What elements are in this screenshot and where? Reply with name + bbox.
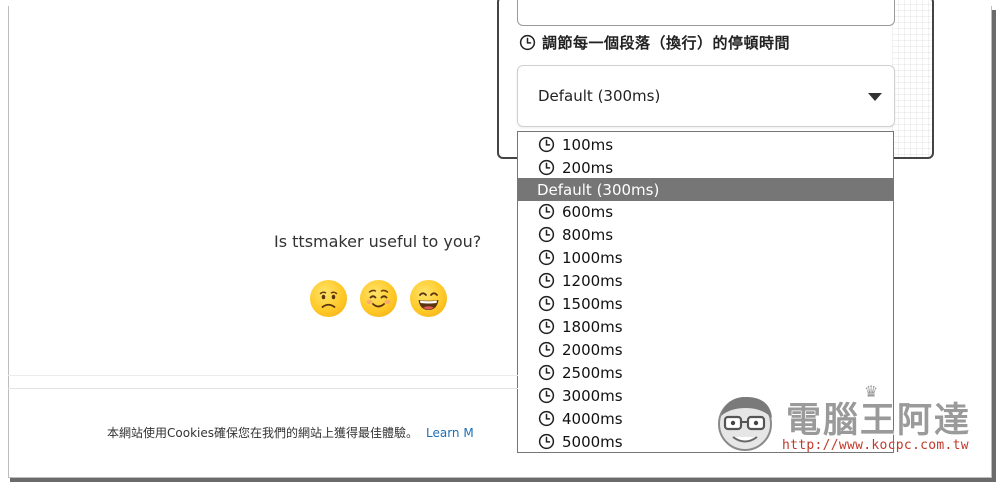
dropdown-option-200ms[interactable]: 200ms	[518, 156, 893, 179]
pause-time-label: 調節每一個段落（換行）的停頓時間	[519, 32, 790, 52]
dropdown-option-600ms[interactable]: 600ms	[518, 200, 893, 223]
watermark-title: 電腦王阿達	[786, 401, 972, 441]
clock-icon	[538, 226, 555, 243]
clock-icon	[538, 203, 555, 220]
clock-icon	[538, 387, 555, 404]
mascot-face-logo	[718, 396, 772, 451]
dropdown-option-2500ms[interactable]: 2500ms	[518, 361, 893, 384]
clock-icon	[538, 272, 555, 289]
site-watermark: ♛ 電腦王阿達 http://www.kocpc.com.tw	[712, 382, 972, 460]
dropdown-option-label: 800ms	[562, 225, 614, 244]
footer-divider	[8, 388, 518, 389]
frowning-face-icon[interactable]	[310, 280, 347, 317]
dropdown-option-1800ms[interactable]: 1800ms	[518, 315, 893, 338]
cookie-notice: 本網站使用Cookies確保您在我們的網站上獲得最佳體驗。 Learn M	[107, 424, 474, 441]
dropdown-option-label: 1500ms	[562, 294, 623, 313]
dropdown-option-label: Default (300ms)	[537, 180, 660, 199]
pause-time-select[interactable]: Default (300ms)	[517, 65, 895, 127]
frame-shadow-bottom	[10, 478, 994, 482]
cookie-notice-text: 本網站使用Cookies確保您在我們的網站上獲得最佳體驗。	[107, 426, 418, 440]
clock-icon	[538, 341, 555, 358]
dropdown-option-1200ms[interactable]: 1200ms	[518, 269, 893, 292]
clock-icon	[538, 433, 555, 450]
dropdown-option-label: 1200ms	[562, 271, 623, 290]
smiling-face-icon[interactable]	[360, 280, 397, 317]
clock-icon	[538, 159, 555, 176]
dropdown-option-label: 2500ms	[562, 363, 623, 382]
dropdown-option-label: 1000ms	[562, 248, 623, 267]
dropdown-option-800ms[interactable]: 800ms	[518, 223, 893, 246]
clock-icon	[538, 410, 555, 427]
dropdown-option-label: 5000ms	[562, 432, 623, 451]
dropdown-option-label: 3000ms	[562, 386, 623, 405]
footer-divider	[8, 375, 518, 376]
clock-icon	[538, 136, 555, 153]
feedback-question: Is ttsmaker useful to you?	[274, 232, 482, 251]
smiling-face-drawing	[366, 289, 391, 308]
dropdown-option-1500ms[interactable]: 1500ms	[518, 292, 893, 315]
clock-icon	[538, 318, 555, 335]
dropdown-option-label: 100ms	[562, 135, 614, 154]
caret-down-icon	[868, 93, 882, 101]
grinning-face-drawing	[418, 292, 439, 310]
clock-icon	[538, 249, 555, 266]
feedback-emoji-row	[310, 280, 447, 317]
pause-time-label-text: 調節每一個段落（換行）的停頓時間	[542, 33, 791, 52]
grinning-face-icon[interactable]	[410, 280, 447, 317]
frowning-face-drawing	[319, 291, 338, 308]
learn-more-link[interactable]: Learn M	[426, 426, 474, 440]
pause-time-selected-value: Default (300ms)	[538, 87, 661, 105]
dropdown-option-label: 2000ms	[562, 340, 623, 359]
clock-icon	[519, 34, 536, 50]
dropdown-option-label: 200ms	[562, 158, 614, 177]
clock-icon	[538, 364, 555, 381]
frame-shadow-right	[992, 10, 996, 482]
dropdown-option-label: 1800ms	[562, 317, 623, 336]
watermark-url: http://www.kocpc.com.tw	[782, 438, 969, 453]
dropdown-option-default-300ms[interactable]: Default (300ms)	[518, 178, 893, 201]
dropdown-option-label: 4000ms	[562, 409, 623, 428]
card-background-pattern	[892, 0, 932, 157]
dropdown-option-100ms[interactable]: 100ms	[518, 133, 893, 156]
dropdown-option-2000ms[interactable]: 2000ms	[518, 338, 893, 361]
dropdown-option-1000ms[interactable]: 1000ms	[518, 246, 893, 269]
dropdown-option-label: 600ms	[562, 202, 614, 221]
text-input-area[interactable]	[517, 0, 895, 26]
clock-icon	[538, 295, 555, 312]
